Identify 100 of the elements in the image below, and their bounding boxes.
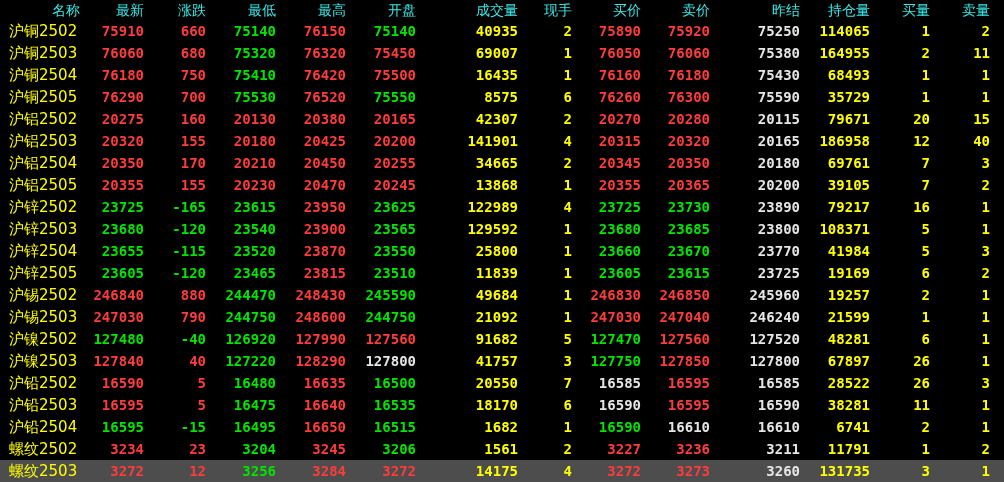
quote-row[interactable]: 沪锌2503 23680 -120 23540 23900 23565 129592 1 23680 23685 23800 108371 5 1 (0, 218, 1004, 240)
table-cell: 76050 (598, 44, 641, 62)
table-cell: 11 (973, 44, 990, 62)
table-cell: 12 (913, 132, 930, 150)
table-cell: 127840 (93, 352, 144, 370)
table-cell: 75530 (233, 88, 276, 106)
table-cell: 245590 (365, 286, 416, 304)
quote-row[interactable]: 沪铝2505 20355 155 20230 20470 20245 13868 1 20355 20365 20200 39105 7 2 (0, 174, 1004, 196)
table-cell: 91682 (475, 330, 518, 348)
table-cell: 108371 (819, 220, 870, 238)
quote-row[interactable]: 螺纹2502 3234 23 3204 3245 3206 1561 2 3227 3236 3211 11791 1 2 (0, 438, 1004, 460)
table-cell: 246850 (659, 286, 710, 304)
table-cell: 79671 (827, 110, 870, 128)
table-cell: 127800 (749, 352, 800, 370)
table-cell: 12 (189, 462, 206, 480)
contract-name: 沪铝2505 (9, 175, 78, 195)
table-cell: 23815 (303, 264, 346, 282)
column-header[interactable]: 卖量 (962, 1, 990, 19)
quote-row[interactable]: 沪锡2502 246840 880 244470 248430 245590 49684 1 246830 246850 245960 19257 2 1 (0, 284, 1004, 306)
table-cell: 23510 (373, 264, 416, 282)
quote-row[interactable]: 沪铝2502 20275 160 20130 20380 20165 42307 2 20270 20280 20115 79671 20 15 (0, 108, 1004, 130)
table-cell: 16495 (233, 418, 276, 436)
quote-row[interactable]: 沪锌2505 23605 -120 23465 23815 23510 11839 1 23605 23615 23725 19169 6 2 (0, 262, 1004, 284)
table-cell: 700 (180, 88, 206, 106)
table-cell: 75910 (101, 22, 144, 40)
column-header[interactable]: 卖价 (682, 1, 710, 19)
table-cell: 20350 (667, 154, 710, 172)
table-cell: 246240 (749, 308, 800, 326)
table-cell: 1 (921, 66, 930, 84)
column-header[interactable]: 开盘 (388, 1, 416, 19)
table-cell: 20165 (373, 110, 416, 128)
contract-name: 沪铜2503 (9, 43, 78, 63)
table-cell: 76150 (303, 22, 346, 40)
table-cell: 1 (563, 44, 572, 62)
table-cell: 1 (563, 264, 572, 282)
table-cell: 23520 (233, 242, 276, 260)
table-cell: 16480 (233, 374, 276, 392)
quote-row[interactable]: 沪铅2503 16595 5 16475 16640 16535 18170 6 16590 16595 16590 38281 11 1 (0, 394, 1004, 416)
column-header[interactable]: 持仓量 (828, 1, 870, 19)
table-cell: 48281 (827, 330, 870, 348)
table-cell: 247030 (93, 308, 144, 326)
table-cell: 2 (563, 154, 572, 172)
quote-row[interactable]: 沪铜2503 76060 680 75320 76320 75450 69007 1 76050 76060 75380 164955 2 11 (0, 42, 1004, 64)
column-header[interactable]: 最低 (248, 1, 276, 19)
quote-row[interactable]: 沪锌2502 23725 -165 23615 23950 23625 122989 4 23725 23730 23890 79217 16 1 (0, 196, 1004, 218)
table-cell: 23730 (667, 198, 710, 216)
table-cell: 76180 (667, 66, 710, 84)
contract-name: 沪铜2502 (9, 21, 78, 41)
table-cell: 20270 (598, 110, 641, 128)
quote-row[interactable]: 沪镍2503 127840 40 127220 128290 127800 41757 3 127750 127850 127800 67897 26 1 (0, 350, 1004, 372)
column-header[interactable]: 成交量 (476, 1, 518, 19)
table-cell: 16475 (233, 396, 276, 414)
table-cell: 127220 (225, 352, 276, 370)
table-cell: 1 (921, 308, 930, 326)
table-cell: 127850 (659, 352, 710, 370)
table-cell: 20380 (303, 110, 346, 128)
quote-row[interactable]: 沪铅2504 16595 -15 16495 16650 16515 1682 1 16590 16610 16610 6741 2 1 (0, 416, 1004, 438)
table-cell: 23725 (598, 198, 641, 216)
table-cell: 20245 (373, 176, 416, 194)
quote-row[interactable]: 沪铜2502 75910 660 75140 76150 75140 40935 2 75890 75920 75250 114065 1 2 (0, 20, 1004, 42)
table-cell: 67897 (827, 352, 870, 370)
table-cell: 20550 (475, 374, 518, 392)
column-header[interactable]: 昨结 (772, 1, 800, 19)
table-cell: 4 (563, 198, 572, 216)
column-header[interactable]: 买量 (902, 1, 930, 19)
quote-row[interactable]: 沪锡2503 247030 790 244750 248600 244750 21092 1 247030 247040 246240 21599 1 1 (0, 306, 1004, 328)
table-cell: 3 (981, 154, 990, 172)
quote-row[interactable]: 沪铝2504 20350 170 20210 20450 20255 34665 2 20345 20350 20180 69761 7 3 (0, 152, 1004, 174)
column-header[interactable]: 最新 (116, 1, 144, 19)
table-cell: -120 (172, 220, 206, 238)
table-cell: 69761 (827, 154, 870, 172)
column-header[interactable]: 涨跌 (178, 1, 206, 19)
table-cell: 16500 (373, 374, 416, 392)
quote-row[interactable]: 螺纹2503 3272 12 3256 3284 3272 14175 4 3272 3273 3260 131735 3 1 (0, 460, 1004, 482)
column-header[interactable]: 现手 (544, 1, 572, 19)
column-header[interactable]: 买价 (613, 1, 641, 19)
table-cell: 1 (921, 22, 930, 40)
column-header[interactable]: 最高 (318, 1, 346, 19)
table-cell: 16640 (303, 396, 346, 414)
table-cell: 1 (563, 308, 572, 326)
quote-row[interactable]: 沪铜2505 76290 700 75530 76520 75550 8575 6 76260 76300 75590 35729 1 1 (0, 86, 1004, 108)
table-cell: 3256 (242, 462, 276, 480)
table-cell: 2 (921, 286, 930, 304)
contract-name: 沪锡2503 (9, 307, 78, 327)
column-header[interactable]: 名称 (52, 1, 80, 19)
table-cell: 23870 (303, 242, 346, 260)
table-cell: 20425 (303, 132, 346, 150)
table-cell: 141901 (467, 132, 518, 150)
quote-row[interactable]: 沪铜2504 76180 750 75410 76420 75500 16435 1 76160 76180 75430 68493 1 1 (0, 64, 1004, 86)
table-cell: 247040 (659, 308, 710, 326)
quote-row[interactable]: 沪镍2502 127480 -40 126920 127990 127560 91682 5 127470 127560 127520 48281 6 1 (0, 328, 1004, 350)
table-cell: 42307 (475, 110, 518, 128)
table-cell: 23770 (757, 242, 800, 260)
contract-name: 沪锡2502 (9, 285, 78, 305)
table-cell: 23615 (233, 198, 276, 216)
table-cell: 76060 (667, 44, 710, 62)
quote-row[interactable]: 沪铅2502 16590 5 16480 16635 16500 20550 7 16585 16595 16585 28522 26 3 (0, 372, 1004, 394)
quote-row[interactable]: 沪铝2503 20320 155 20180 20425 20200 141901 4 20315 20320 20165 186958 12 40 (0, 130, 1004, 152)
table-cell: 16595 (667, 374, 710, 392)
quote-row[interactable]: 沪锌2504 23655 -115 23520 23870 23550 25800 1 23660 23670 23770 41984 5 3 (0, 240, 1004, 262)
